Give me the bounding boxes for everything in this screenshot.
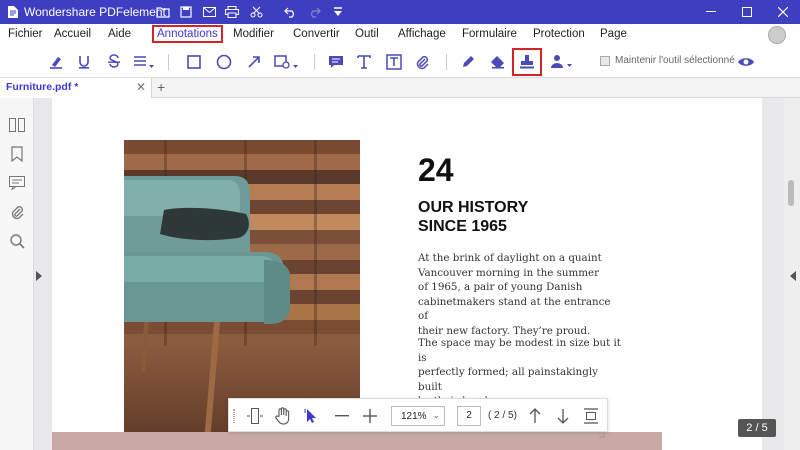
paragraph-line: The space may be modest in size but it i…	[418, 337, 621, 364]
save-icon[interactable]	[178, 4, 194, 20]
attachments-panel-icon[interactable]	[8, 203, 26, 221]
comments-panel-icon[interactable]	[8, 174, 26, 192]
keep-tool-selected-checkbox[interactable]: Maintenir l'outil sélectionné	[600, 55, 735, 66]
signature-dropdown-icon[interactable]	[548, 51, 576, 73]
page-footer-band	[52, 432, 662, 450]
textbox-icon[interactable]	[382, 51, 406, 73]
app-logo-icon	[5, 4, 21, 20]
menu-convertir[interactable]: Convertir	[293, 28, 340, 40]
menu-aide[interactable]: Aide	[108, 28, 131, 40]
fit-width-icon[interactable]	[581, 406, 601, 426]
page-indicator-badge: 2 / 5	[738, 419, 776, 437]
menu-page[interactable]: Page	[600, 28, 627, 40]
zoom-in-icon[interactable]	[360, 406, 380, 426]
open-folder-icon[interactable]	[155, 4, 171, 20]
eye-icon[interactable]	[734, 51, 758, 73]
expand-right-panel-icon[interactable]	[790, 268, 796, 286]
drag-handle[interactable]	[233, 409, 235, 423]
history-title: OUR HISTORY SINCE 1965	[418, 198, 638, 236]
app-title: Wondershare PDFelement	[24, 5, 166, 19]
document-tabs: Furniture.pdf * ✕ +	[0, 78, 800, 98]
zoom-select[interactable]: 121% ⌄	[391, 406, 445, 426]
history-title-line1: OUR HISTORY	[418, 199, 529, 216]
zoom-out-icon[interactable]	[332, 406, 352, 426]
toolbar-separator	[168, 54, 169, 70]
menu-annotations[interactable]: Annotations	[152, 25, 223, 43]
resize-corner-icon	[599, 425, 605, 443]
paragraph-line: of 1965, a pair of young Danish	[418, 281, 583, 293]
page-count: ( 2 / 5)	[488, 410, 517, 421]
customize-dropdown-icon[interactable]	[330, 4, 346, 20]
page-number-input[interactable]: 2	[457, 406, 481, 426]
menu-affichage[interactable]: Affichage	[398, 28, 446, 40]
menu-bar: Fichier Accueil Aide Annotations Modifie…	[0, 24, 800, 46]
highlight-icon[interactable]	[44, 51, 68, 73]
annotation-toolbar: Maintenir l'outil sélectionné	[0, 46, 800, 78]
attachment-icon[interactable]	[410, 51, 434, 73]
checkbox-icon	[600, 55, 610, 66]
undo-icon[interactable]	[282, 4, 298, 20]
eraser-icon[interactable]	[486, 51, 510, 73]
select-tool-icon[interactable]	[302, 406, 322, 426]
email-icon[interactable]	[201, 4, 217, 20]
shape-dropdown-icon[interactable]	[272, 51, 302, 73]
menu-formulaire[interactable]: Formulaire	[462, 28, 517, 40]
menu-accueil[interactable]: Accueil	[54, 28, 91, 40]
tab-label: Furniture.pdf *	[6, 81, 79, 93]
fit-page-icon[interactable]	[245, 406, 265, 426]
left-sidebar	[0, 98, 34, 450]
comment-icon[interactable]	[324, 51, 348, 73]
scrollbar-thumb[interactable]	[788, 180, 794, 206]
paragraph-1: At the brink of daylight on a quaint Van…	[418, 251, 623, 338]
bookmark-icon[interactable]	[8, 145, 26, 163]
add-tab-icon[interactable]: +	[157, 79, 165, 95]
underline-icon[interactable]	[72, 51, 96, 73]
zoom-value: 121%	[401, 410, 427, 422]
keep-tool-label: Maintenir l'outil sélectionné	[615, 55, 735, 66]
page-navigation-bar: 121% ⌄ 2 ( 2 / 5)	[228, 398, 608, 438]
circle-icon[interactable]	[212, 51, 236, 73]
scissors-icon[interactable]	[248, 4, 264, 20]
chevron-down-icon: ⌄	[432, 410, 440, 420]
print-icon[interactable]	[224, 4, 240, 20]
tab-furniture-pdf[interactable]: Furniture.pdf * ✕	[0, 78, 152, 98]
page-number-heading: 24	[418, 152, 454, 188]
menu-modifier[interactable]: Modifier	[233, 28, 274, 40]
paragraph-line: cabinetmakers stand at the entrance of	[418, 295, 611, 323]
toolbar-separator	[314, 54, 315, 70]
menu-protection[interactable]: Protection	[533, 28, 585, 40]
rectangle-icon[interactable]	[182, 51, 206, 73]
close-button[interactable]	[766, 0, 800, 24]
text-icon[interactable]	[352, 51, 376, 73]
close-tab-icon[interactable]: ✕	[136, 80, 146, 94]
text-format-dropdown-icon[interactable]	[132, 51, 156, 73]
pencil-icon[interactable]	[456, 51, 480, 73]
strikethrough-icon[interactable]	[102, 51, 126, 73]
arrow-icon[interactable]	[242, 51, 266, 73]
next-page-icon[interactable]	[553, 406, 573, 426]
paragraph-line: At the brink of daylight on a quaint	[418, 252, 602, 264]
paragraph-line: Vancouver morning in the summer	[418, 266, 600, 279]
search-icon[interactable]	[8, 232, 26, 250]
thumbnails-icon[interactable]	[8, 116, 26, 134]
stamp-icon[interactable]	[512, 48, 542, 76]
title-bar: Wondershare PDFelement	[0, 0, 800, 24]
history-title-line2: SINCE 1965	[418, 218, 507, 235]
hand-tool-icon[interactable]	[273, 406, 293, 426]
user-avatar[interactable]	[768, 26, 786, 44]
menu-fichier[interactable]: Fichier	[8, 28, 43, 40]
paragraph-line: perfectly formed; all painstakingly buil…	[418, 366, 599, 393]
toolbar-separator	[446, 54, 447, 70]
minimize-button[interactable]	[694, 0, 728, 24]
redo-icon[interactable]	[306, 4, 322, 20]
collapse-sidebar-icon[interactable]	[36, 268, 42, 281]
menu-outil[interactable]: Outil	[355, 28, 379, 40]
maximize-button[interactable]	[730, 0, 764, 24]
previous-page-icon[interactable]	[525, 406, 545, 426]
